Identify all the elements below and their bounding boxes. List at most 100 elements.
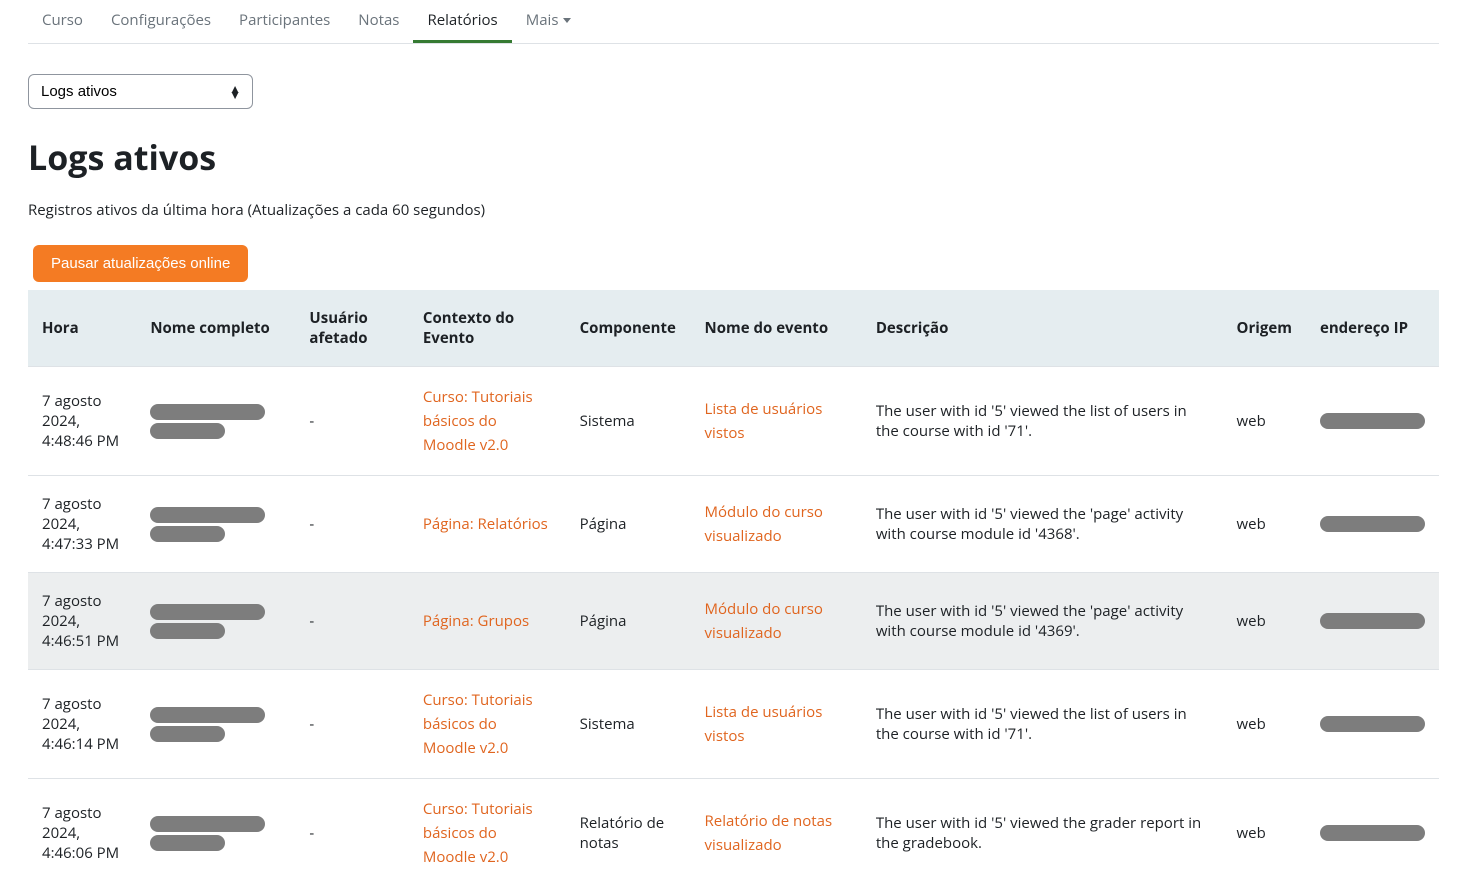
cell-ip bbox=[1306, 367, 1439, 476]
cell-nome-completo bbox=[136, 476, 295, 573]
cell-componente: Página bbox=[566, 476, 691, 573]
cell-origem: web bbox=[1223, 670, 1306, 779]
cell-contexto: Curso: Tutoriais básicos do Moodle v2.0 bbox=[409, 670, 566, 779]
event-name-link[interactable]: Módulo do curso visualizado bbox=[705, 502, 823, 546]
table-header-row: Hora Nome completo Usuário afetado Conte… bbox=[28, 290, 1439, 367]
redacted-pill bbox=[1320, 413, 1425, 429]
cell-nome-evento: Relatório de notas visualizado bbox=[691, 779, 862, 887]
cell-usuario-afetado: - bbox=[295, 779, 408, 887]
tab-notas[interactable]: Notas bbox=[344, 0, 413, 43]
event-name-link[interactable]: Módulo do curso visualizado bbox=[705, 599, 823, 643]
redacted-pill bbox=[150, 404, 265, 420]
th-origem: Origem bbox=[1223, 290, 1306, 367]
th-hora: Hora bbox=[28, 290, 136, 367]
cell-origem: web bbox=[1223, 476, 1306, 573]
event-name-link[interactable]: Lista de usuários vistos bbox=[705, 702, 823, 746]
cell-usuario-afetado: - bbox=[295, 670, 408, 779]
redacted-pill bbox=[150, 423, 225, 439]
cell-ip bbox=[1306, 670, 1439, 779]
cell-componente: Sistema bbox=[566, 367, 691, 476]
redacted-pill bbox=[1320, 825, 1425, 841]
th-usuario-afetado: Usuário afetado bbox=[295, 290, 408, 367]
th-contexto: Contexto do Evento bbox=[409, 290, 566, 367]
cell-hora: 7 agosto 2024, 4:46:51 PM bbox=[28, 573, 136, 670]
event-context-link[interactable]: Página: Grupos bbox=[423, 611, 529, 631]
cell-usuario-afetado: - bbox=[295, 367, 408, 476]
logs-table: Hora Nome completo Usuário afetado Conte… bbox=[28, 290, 1439, 887]
tab-configuracoes[interactable]: Configurações bbox=[97, 0, 225, 43]
cell-nome-evento: Lista de usuários vistos bbox=[691, 670, 862, 779]
tab-relatorios[interactable]: Relatórios bbox=[413, 0, 511, 43]
cell-descricao: The user with id '5' viewed the grader r… bbox=[862, 779, 1223, 887]
event-name-link[interactable]: Relatório de notas visualizado bbox=[705, 811, 833, 855]
cell-nome-completo bbox=[136, 367, 295, 476]
cell-ip bbox=[1306, 573, 1439, 670]
redacted-pill bbox=[150, 507, 265, 523]
cell-hora: 7 agosto 2024, 4:48:46 PM bbox=[28, 367, 136, 476]
tab-participantes[interactable]: Participantes bbox=[225, 0, 344, 43]
cell-componente: Página bbox=[566, 573, 691, 670]
cell-descricao: The user with id '5' viewed the 'page' a… bbox=[862, 476, 1223, 573]
cell-nome-completo bbox=[136, 779, 295, 887]
cell-nome-evento: Lista de usuários vistos bbox=[691, 367, 862, 476]
cell-contexto: Página: Grupos bbox=[409, 573, 566, 670]
tab-mais[interactable]: Mais bbox=[512, 0, 586, 43]
cell-nome-completo bbox=[136, 573, 295, 670]
cell-hora: 7 agosto 2024, 4:46:06 PM bbox=[28, 779, 136, 887]
chevron-down-icon bbox=[563, 18, 571, 23]
course-nav-tabs: Curso Configurações Participantes Notas … bbox=[28, 0, 1439, 44]
cell-contexto: Curso: Tutoriais básicos do Moodle v2.0 bbox=[409, 367, 566, 476]
cell-nome-completo bbox=[136, 670, 295, 779]
cell-contexto: Curso: Tutoriais básicos do Moodle v2.0 bbox=[409, 779, 566, 887]
report-select-wrapper: Logs ativos ▲▼ bbox=[28, 74, 1439, 109]
cell-origem: web bbox=[1223, 573, 1306, 670]
report-select[interactable]: Logs ativos bbox=[28, 74, 253, 109]
table-row: 7 agosto 2024, 4:46:14 PM -Curso: Tutoria… bbox=[28, 670, 1439, 779]
cell-hora: 7 agosto 2024, 4:46:14 PM bbox=[28, 670, 136, 779]
event-name-link[interactable]: Lista de usuários vistos bbox=[705, 399, 823, 443]
cell-origem: web bbox=[1223, 367, 1306, 476]
redacted-pill bbox=[150, 623, 225, 639]
event-context-link[interactable]: Página: Relatórios bbox=[423, 514, 548, 534]
tab-mais-label: Mais bbox=[526, 10, 559, 30]
cell-origem: web bbox=[1223, 779, 1306, 887]
th-ip: endereço IP bbox=[1306, 290, 1439, 367]
cell-descricao: The user with id '5' viewed the 'page' a… bbox=[862, 573, 1223, 670]
th-descricao: Descrição bbox=[862, 290, 1223, 367]
redacted-pill bbox=[150, 526, 225, 542]
redacted-pill bbox=[150, 816, 265, 832]
cell-ip bbox=[1306, 779, 1439, 887]
page-title: Logs ativos bbox=[28, 134, 1439, 180]
cell-componente: Sistema bbox=[566, 670, 691, 779]
table-row: 7 agosto 2024, 4:46:06 PM -Curso: Tutoria… bbox=[28, 779, 1439, 887]
redacted-pill bbox=[1320, 516, 1425, 532]
tab-curso[interactable]: Curso bbox=[28, 0, 97, 43]
cell-nome-evento: Módulo do curso visualizado bbox=[691, 573, 862, 670]
redacted-pill bbox=[1320, 716, 1425, 732]
cell-nome-evento: Módulo do curso visualizado bbox=[691, 476, 862, 573]
table-row: 7 agosto 2024, 4:48:46 PM -Curso: Tutoria… bbox=[28, 367, 1439, 476]
redacted-pill bbox=[150, 604, 265, 620]
cell-hora: 7 agosto 2024, 4:47:33 PM bbox=[28, 476, 136, 573]
event-context-link[interactable]: Curso: Tutoriais básicos do Moodle v2.0 bbox=[423, 690, 533, 758]
redacted-pill bbox=[1320, 613, 1425, 629]
cell-usuario-afetado: - bbox=[295, 573, 408, 670]
cell-usuario-afetado: - bbox=[295, 476, 408, 573]
redacted-pill bbox=[150, 707, 265, 723]
redacted-pill bbox=[150, 726, 225, 742]
cell-contexto: Página: Relatórios bbox=[409, 476, 566, 573]
pause-updates-button[interactable]: Pausar atualizações online bbox=[33, 245, 248, 282]
th-nome-completo: Nome completo bbox=[136, 290, 295, 367]
redacted-pill bbox=[150, 835, 225, 851]
event-context-link[interactable]: Curso: Tutoriais básicos do Moodle v2.0 bbox=[423, 799, 533, 867]
th-nome-evento: Nome do evento bbox=[691, 290, 862, 367]
table-row: 7 agosto 2024, 4:47:33 PM -Página: Relató… bbox=[28, 476, 1439, 573]
cell-componente: Relatório de notas bbox=[566, 779, 691, 887]
cell-ip bbox=[1306, 476, 1439, 573]
table-row: 7 agosto 2024, 4:46:51 PM -Página: Grupos… bbox=[28, 573, 1439, 670]
th-componente: Componente bbox=[566, 290, 691, 367]
cell-descricao: The user with id '5' viewed the list of … bbox=[862, 367, 1223, 476]
cell-descricao: The user with id '5' viewed the list of … bbox=[862, 670, 1223, 779]
page-subtitle: Registros ativos da última hora (Atualiz… bbox=[28, 200, 1439, 220]
event-context-link[interactable]: Curso: Tutoriais básicos do Moodle v2.0 bbox=[423, 387, 533, 455]
